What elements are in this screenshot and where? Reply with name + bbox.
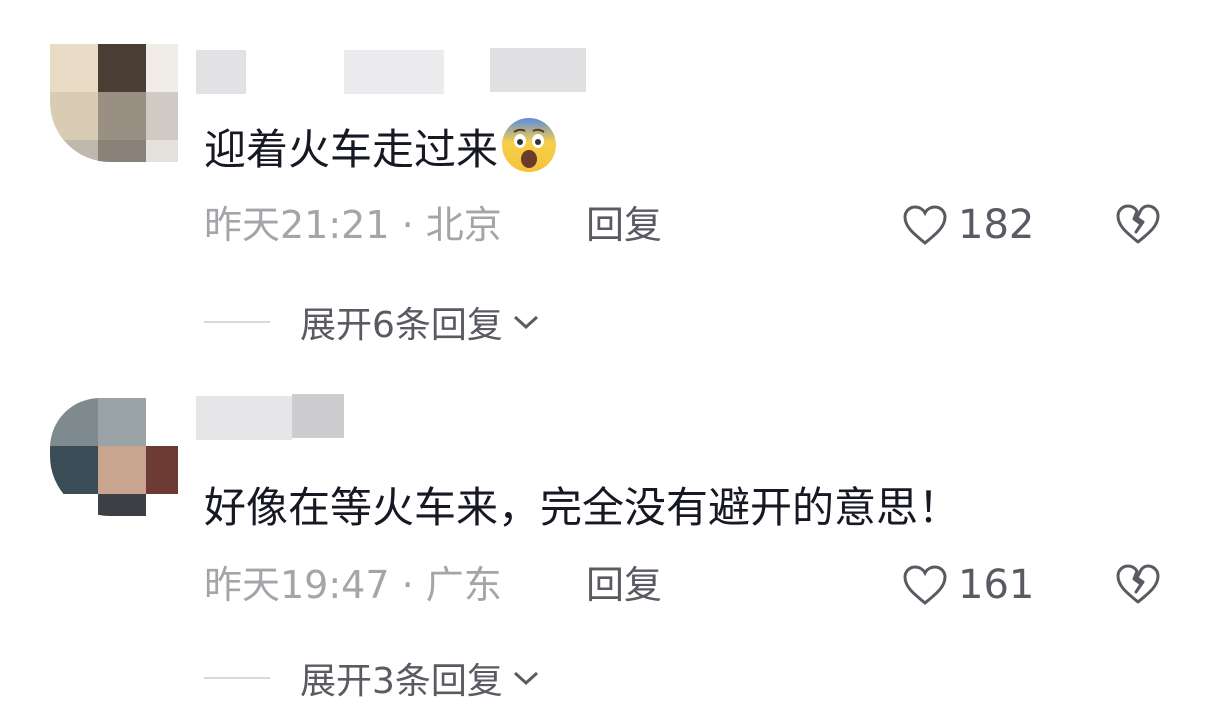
reply-button[interactable]: 回复 bbox=[586, 562, 662, 608]
comment-text: 迎着火车走过来 bbox=[204, 116, 558, 178]
comment-time-location: 昨天19:47 · 广东 bbox=[204, 563, 502, 607]
dislike-button[interactable] bbox=[1114, 562, 1162, 616]
comment-meta: 昨天21:21 · 北京 回复 182 bbox=[204, 202, 1164, 248]
comment-text-content: 迎着火车走过来 bbox=[204, 125, 499, 174]
like-count: 182 bbox=[958, 202, 1035, 248]
username-redacted[interactable] bbox=[196, 396, 292, 440]
chevron-down-icon bbox=[513, 671, 538, 686]
expand-replies-button[interactable]: 展开6条回复 bbox=[204, 300, 541, 346]
broken-heart-icon bbox=[1116, 564, 1160, 604]
divider bbox=[204, 677, 270, 679]
comment-text: 好像在等火车来，完全没有避开的意思！ bbox=[204, 483, 961, 532]
divider bbox=[204, 321, 270, 323]
username-redacted bbox=[344, 50, 444, 94]
comment-meta: 昨天19:47 · 广东 回复 161 bbox=[204, 562, 1164, 608]
broken-heart-icon bbox=[1116, 204, 1160, 244]
avatar[interactable] bbox=[50, 398, 178, 516]
heart-icon bbox=[903, 205, 947, 245]
like-count: 161 bbox=[958, 562, 1035, 608]
like-button[interactable]: 182 bbox=[902, 202, 1034, 248]
like-button[interactable]: 161 bbox=[902, 562, 1034, 608]
heart-icon bbox=[903, 565, 947, 605]
expand-replies-button[interactable]: 展开3条回复 bbox=[204, 656, 541, 702]
dislike-button[interactable] bbox=[1114, 202, 1162, 256]
username-redacted bbox=[490, 48, 586, 92]
fearful-face-emoji-icon bbox=[500, 116, 558, 174]
comment-time-location: 昨天21:21 · 北京 bbox=[204, 203, 502, 247]
avatar[interactable] bbox=[50, 44, 178, 162]
reply-button[interactable]: 回复 bbox=[586, 202, 662, 248]
username-redacted[interactable] bbox=[196, 50, 246, 94]
username-redacted bbox=[292, 394, 344, 438]
chevron-down-icon bbox=[513, 315, 538, 330]
expand-replies-label: 展开6条回复 bbox=[300, 305, 503, 346]
expand-replies-label: 展开3条回复 bbox=[300, 661, 503, 702]
